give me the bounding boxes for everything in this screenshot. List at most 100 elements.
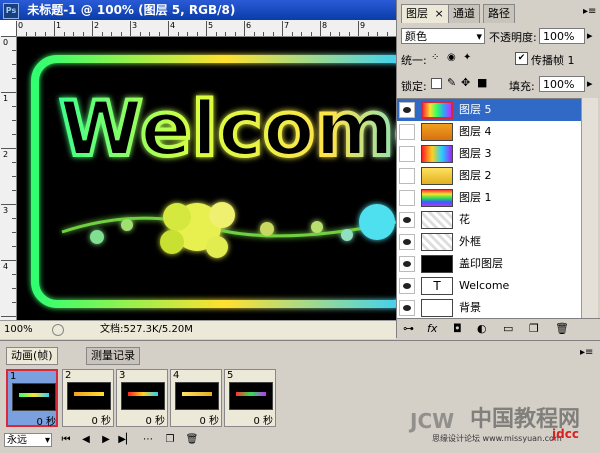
frame-number: 3 <box>119 370 126 381</box>
chevron-right-icon[interactable]: ▸ <box>587 77 593 90</box>
animation-frame-1[interactable]: 1 0 秒 <box>6 369 58 428</box>
fill-input[interactable]: 100% <box>539 76 585 92</box>
eye-icon[interactable] <box>399 102 415 118</box>
layer-row-5[interactable]: 图层 5 <box>397 99 581 122</box>
tab-channels[interactable]: 通道 <box>448 4 480 23</box>
chevron-right-icon[interactable]: ▸ <box>587 29 593 42</box>
duplicate-frame-icon[interactable]: ❐ <box>162 433 178 447</box>
panel-menu-icon[interactable]: ▸≡ <box>580 347 593 358</box>
layer-row-stamp[interactable]: 盖印图层 <box>397 253 581 276</box>
first-frame-icon[interactable]: ⏮ <box>58 433 74 447</box>
vertical-ruler[interactable]: 0 1 2 3 4 <box>0 36 17 320</box>
ruler-top-label: 6 <box>246 21 252 30</box>
ruler-top-label: 7 <box>284 21 290 30</box>
layer-row-frame[interactable]: 外框 <box>397 231 581 254</box>
unify-position-icon[interactable]: ⁘ <box>431 52 439 63</box>
eye-icon[interactable] <box>399 190 415 206</box>
layer-row-3[interactable]: 图层 3 <box>397 143 581 166</box>
ruler-tick <box>196 32 198 36</box>
animation-frame-3[interactable]: 3 0 秒 <box>116 369 168 427</box>
ruler-tick <box>329 32 331 36</box>
layer-mask-icon[interactable]: ◘ <box>453 322 462 335</box>
new-layer-icon[interactable]: ❐ <box>529 322 539 335</box>
unify-label: 统一: <box>401 54 427 67</box>
layer-name: 图层 4 <box>459 125 492 138</box>
animation-frame-5[interactable]: 5 0 秒 <box>224 369 276 427</box>
tab-paths[interactable]: 路径 <box>483 4 515 23</box>
lock-all-icon[interactable]: ■ <box>477 76 487 89</box>
ruler-tick <box>263 32 264 36</box>
ruler-tick <box>1 316 16 317</box>
layer-row-background[interactable]: 背景 <box>397 297 581 319</box>
trash-icon[interactable]: 🗑 <box>555 322 569 335</box>
layer-style-icon[interactable]: fx <box>427 322 437 335</box>
eye-icon[interactable] <box>399 278 415 294</box>
ruler-tick <box>16 21 17 36</box>
blend-mode-select[interactable]: 颜色 ▾ <box>401 28 485 44</box>
frame-delay[interactable]: 0 秒 <box>175 412 219 427</box>
animation-panel: 动画(帧) 测量记录 ▸≡ 1 0 秒 2 0 秒 3 0 秒 4 0 秒 5 … <box>0 340 600 453</box>
layer-row-2[interactable]: 图层 2 <box>397 165 581 188</box>
eye-icon[interactable] <box>399 256 415 272</box>
animation-frame-4[interactable]: 4 0 秒 <box>170 369 222 427</box>
tab-close-icon[interactable]: × <box>435 7 444 20</box>
flower-garland <box>61 202 396 258</box>
tab-measurement-log[interactable]: 测量记录 <box>86 347 140 365</box>
status-menu-icon[interactable] <box>52 324 64 336</box>
loop-select[interactable]: 永远 ▾ <box>4 433 52 447</box>
eye-icon[interactable] <box>399 168 415 184</box>
layer-row-1[interactable]: 图层 1 <box>397 187 581 210</box>
ruler-left-label: 4 <box>3 262 9 271</box>
tab-animation[interactable]: 动画(帧) <box>6 347 58 365</box>
layer-row-4[interactable]: 图层 4 <box>397 121 581 144</box>
folder-icon[interactable]: ▭ <box>503 322 513 335</box>
opacity-input[interactable]: 100% <box>539 28 585 44</box>
document-title-bar[interactable]: Ps 未标题-1 @ 100% (图层 5, RGB/8) <box>0 0 396 20</box>
layer-thumbnail <box>421 145 453 163</box>
ruler-left-label: 3 <box>3 206 9 215</box>
layer-name: 图层 3 <box>459 147 492 160</box>
propagate-checkbox[interactable]: ✔ <box>515 52 528 65</box>
eye-icon[interactable] <box>399 300 415 316</box>
play-icon[interactable]: ▶ <box>98 433 114 447</box>
unify-visibility-icon[interactable]: ◉ <box>447 52 456 63</box>
chevron-down-icon: ▾ <box>44 435 50 446</box>
eye-icon[interactable] <box>399 124 415 140</box>
next-frame-icon[interactable]: ▶▏ <box>118 433 134 447</box>
layers-scrollbar[interactable] <box>581 98 598 318</box>
frame-delay[interactable]: 0 秒 <box>121 412 165 427</box>
previous-frame-icon[interactable]: ◀ <box>78 433 94 447</box>
document-title: 未标题-1 @ 100% (图层 5, RGB/8) <box>27 3 236 17</box>
adjustment-layer-icon[interactable]: ◐ <box>477 322 487 335</box>
unify-style-icon[interactable]: ✦ <box>463 52 471 63</box>
panel-menu-icon[interactable]: ▸≡ <box>583 6 596 17</box>
eye-icon[interactable] <box>399 234 415 250</box>
link-layers-icon[interactable]: ⊶ <box>403 322 414 335</box>
layer-thumbnail <box>421 101 453 119</box>
tween-icon[interactable]: ⋯ <box>140 433 156 447</box>
frame-delay[interactable]: 0 秒 <box>229 412 273 427</box>
ruler-tick <box>225 32 226 36</box>
delete-frame-icon[interactable]: 🗑 <box>184 433 200 447</box>
animation-frame-2[interactable]: 2 0 秒 <box>62 369 114 427</box>
lock-transparent-icon[interactable] <box>431 78 442 89</box>
frame-delay[interactable]: 0 秒 <box>12 413 56 428</box>
lock-paint-icon[interactable]: ✎ <box>447 76 456 89</box>
lock-move-icon[interactable]: ✥ <box>461 76 470 89</box>
image-canvas[interactable]: Welcome <box>17 37 396 320</box>
layer-row-welcome[interactable]: T Welcome <box>397 275 581 298</box>
ruler-tick <box>12 232 16 233</box>
ruler-tick <box>377 32 378 36</box>
tab-layers[interactable]: 图层 × <box>401 4 449 23</box>
horizontal-ruler[interactable]: 0 1 2 3 4 5 6 7 8 9 <box>16 20 396 37</box>
eye-icon[interactable] <box>399 146 415 162</box>
layer-row-flower[interactable]: 花 <box>397 209 581 232</box>
frame-thumbnail <box>67 382 111 410</box>
layer-name: 外框 <box>459 235 481 248</box>
ruler-tick <box>158 32 160 36</box>
layer-thumbnail <box>421 299 453 317</box>
zoom-level[interactable]: 100% <box>4 321 33 339</box>
ruler-tick <box>12 64 16 65</box>
frame-delay[interactable]: 0 秒 <box>67 412 111 427</box>
eye-icon[interactable] <box>399 212 415 228</box>
